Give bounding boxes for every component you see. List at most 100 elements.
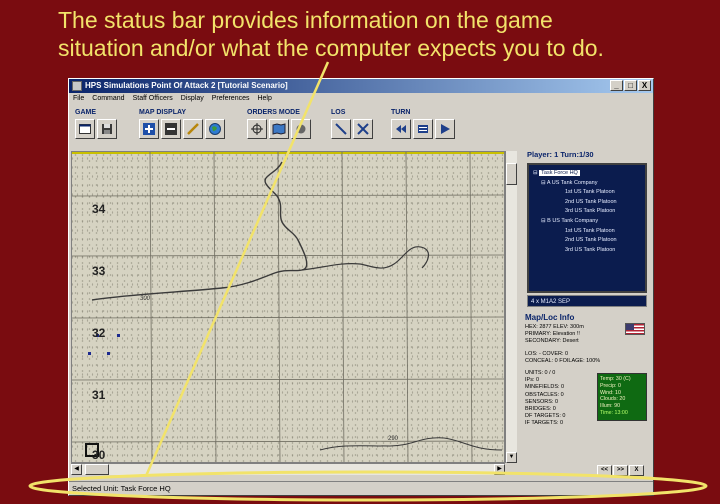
menu-bar: File Command Staff Officers Display Pref…: [69, 93, 653, 105]
player-turn-info: Player: 1 Turn:1/30: [527, 150, 594, 159]
toolbar-group-label: TURN: [391, 109, 411, 116]
scroll-right-arrow[interactable]: ▶: [494, 464, 505, 475]
panel-nav-buttons: << >> X: [597, 465, 644, 476]
weather-line: Temp: 30 (C): [600, 376, 631, 382]
loc-line: IF TARGETS: 0: [525, 420, 563, 427]
hex-row-label: 30: [92, 448, 106, 462]
map-horizontal-scrollbar[interactable]: ◀ ▶: [71, 463, 505, 475]
game-time: Time: 13:00: [600, 409, 628, 416]
maximize-button[interactable]: □: [624, 80, 637, 91]
edit-button[interactable]: [183, 119, 203, 139]
tree-node[interactable]: 1st US Tank Platoon: [531, 188, 643, 198]
zoom-in-button[interactable]: [139, 119, 159, 139]
los-clear-button[interactable]: [353, 119, 373, 139]
tree-node-label: A US Tank Company: [546, 179, 598, 186]
map-loc-info-title: Map/Loc Info: [525, 313, 575, 322]
tree-expander[interactable]: ⊟: [541, 218, 546, 224]
play-button[interactable]: [435, 119, 455, 139]
toolbar-group-los: LOS: [331, 108, 373, 139]
close-panel-button[interactable]: X: [629, 465, 644, 476]
scroll-thumb[interactable]: [85, 464, 109, 475]
toolbar-group-turn: TURN: [391, 108, 455, 139]
map-mode-button[interactable]: [269, 119, 289, 139]
los-line-button[interactable]: [331, 119, 351, 139]
us-flag-icon: [625, 323, 645, 335]
panel-icon: [418, 125, 428, 133]
globe-icon: [209, 123, 221, 135]
tree-node-label: 2nd US Tank Platoon: [565, 198, 617, 205]
zoom-out-button[interactable]: [161, 119, 181, 139]
caption-line-1: The status bar provides information on t…: [58, 7, 553, 33]
tree-node[interactable]: 3rd US Tank Platoon: [531, 207, 643, 217]
side-panel: Player: 1 Turn:1/30 ⊟ Task Force HQ ⊟ A …: [521, 149, 651, 476]
toolbar-group-map-display: MAP DISPLAY: [139, 108, 225, 139]
hex-row-label: 32: [92, 326, 106, 340]
selected-unit-list[interactable]: 4 x M1A2 SEP: [527, 295, 647, 307]
panel-button[interactable]: [413, 119, 433, 139]
order-of-battle-tree: ⊟ Task Force HQ ⊟ A US Tank Company 1st …: [527, 163, 647, 293]
globe-button[interactable]: [205, 119, 225, 139]
zoom-out-icon: [165, 123, 177, 135]
scroll-thumb[interactable]: [506, 163, 517, 185]
zoom-in-icon: [143, 123, 155, 135]
map-view[interactable]: 34 33 32 31 30 300 290: [71, 151, 505, 463]
tree-expander[interactable]: ⊟: [533, 170, 538, 176]
tree-node[interactable]: ⊟ Task Force HQ: [531, 169, 643, 179]
menu-command[interactable]: Command: [92, 93, 124, 105]
caption-line-2: situation and/or what the computer expec…: [58, 35, 604, 61]
menu-file[interactable]: File: [73, 93, 84, 105]
weather-box: Temp: 30 (C) Precip: 0 Wind: 10 Clouds: …: [597, 373, 647, 421]
map-loc-info-panel: Map/Loc Info HEX: 2877 ELEV: 300m PRIMAR…: [525, 313, 649, 463]
menu-help[interactable]: Help: [257, 93, 271, 105]
loc-line: CONCEAL: 0 FOILAGE: 100%: [525, 357, 601, 364]
rewind-button[interactable]: [391, 119, 411, 139]
map-terrain: [72, 152, 504, 462]
window-title: HPS Simulations Point Of Attack 2 [Tutor…: [85, 81, 288, 90]
menu-display[interactable]: Display: [181, 93, 204, 105]
tree-node-label: 3rd US Tank Platoon: [565, 208, 616, 215]
record-button[interactable]: [291, 119, 311, 139]
minimize-button[interactable]: _: [610, 80, 623, 91]
los-line-icon: [335, 123, 347, 135]
contour-label: 300: [140, 296, 151, 302]
loc-line: LOS: - COVER: 0: [525, 350, 569, 357]
tree-node[interactable]: 2nd US Tank Platoon: [531, 236, 643, 246]
los-clear-icon: [357, 123, 369, 135]
crosshair-button[interactable]: [247, 119, 267, 139]
menu-staff-officers[interactable]: Staff Officers: [133, 93, 173, 105]
hex-row-label: 31: [92, 388, 106, 402]
toolbar-group-label: MAP DISPLAY: [139, 109, 187, 116]
window-icon: [79, 124, 91, 134]
weather-line: Illum: 90: [600, 403, 621, 410]
toolbar-group-orders-mode: ORDERS MODE: [247, 108, 311, 139]
rewind-icon: [396, 125, 406, 133]
tree-node[interactable]: ⊟ B US Tank Company: [531, 217, 643, 227]
tree-node[interactable]: 2nd US Tank Platoon: [531, 198, 643, 208]
map-vertical-scrollbar[interactable]: ▼: [505, 151, 517, 463]
hex-row-label: 33: [92, 264, 106, 278]
tree-node[interactable]: 3rd US Tank Platoon: [531, 246, 643, 256]
tree-expander[interactable]: ⊟: [541, 180, 546, 186]
title-bar[interactable]: HPS Simulations Point Of Attack 2 [Tutor…: [69, 79, 653, 93]
loc-line: SECONDARY: Desert: [525, 338, 579, 345]
previous-button[interactable]: <<: [597, 465, 612, 476]
scroll-left-arrow[interactable]: ◀: [71, 464, 82, 475]
weather-line: Wind: 10: [600, 389, 621, 396]
tree-node-label: B US Tank Company: [547, 217, 599, 224]
window-controls: _ □ X: [610, 80, 651, 91]
map-icon: [272, 123, 286, 135]
scroll-down-arrow[interactable]: ▼: [506, 452, 517, 463]
weather-line: Precip: 0: [600, 382, 621, 389]
weather-line: Clouds: 20: [600, 396, 626, 403]
close-button[interactable]: X: [638, 80, 651, 91]
game-save-button[interactable]: [97, 119, 117, 139]
contour-label: 290: [388, 436, 399, 442]
tree-node[interactable]: 1st US Tank Platoon: [531, 227, 643, 237]
tree-node[interactable]: ⊟ A US Tank Company: [531, 179, 643, 189]
next-button[interactable]: >>: [613, 465, 628, 476]
menu-preferences[interactable]: Preferences: [212, 93, 250, 105]
game-window-button[interactable]: [75, 119, 95, 139]
app-window: HPS Simulations Point Of Attack 2 [Tutor…: [68, 78, 654, 496]
tree-node-label: 1st US Tank Platoon: [565, 227, 615, 234]
play-icon: [441, 124, 450, 134]
